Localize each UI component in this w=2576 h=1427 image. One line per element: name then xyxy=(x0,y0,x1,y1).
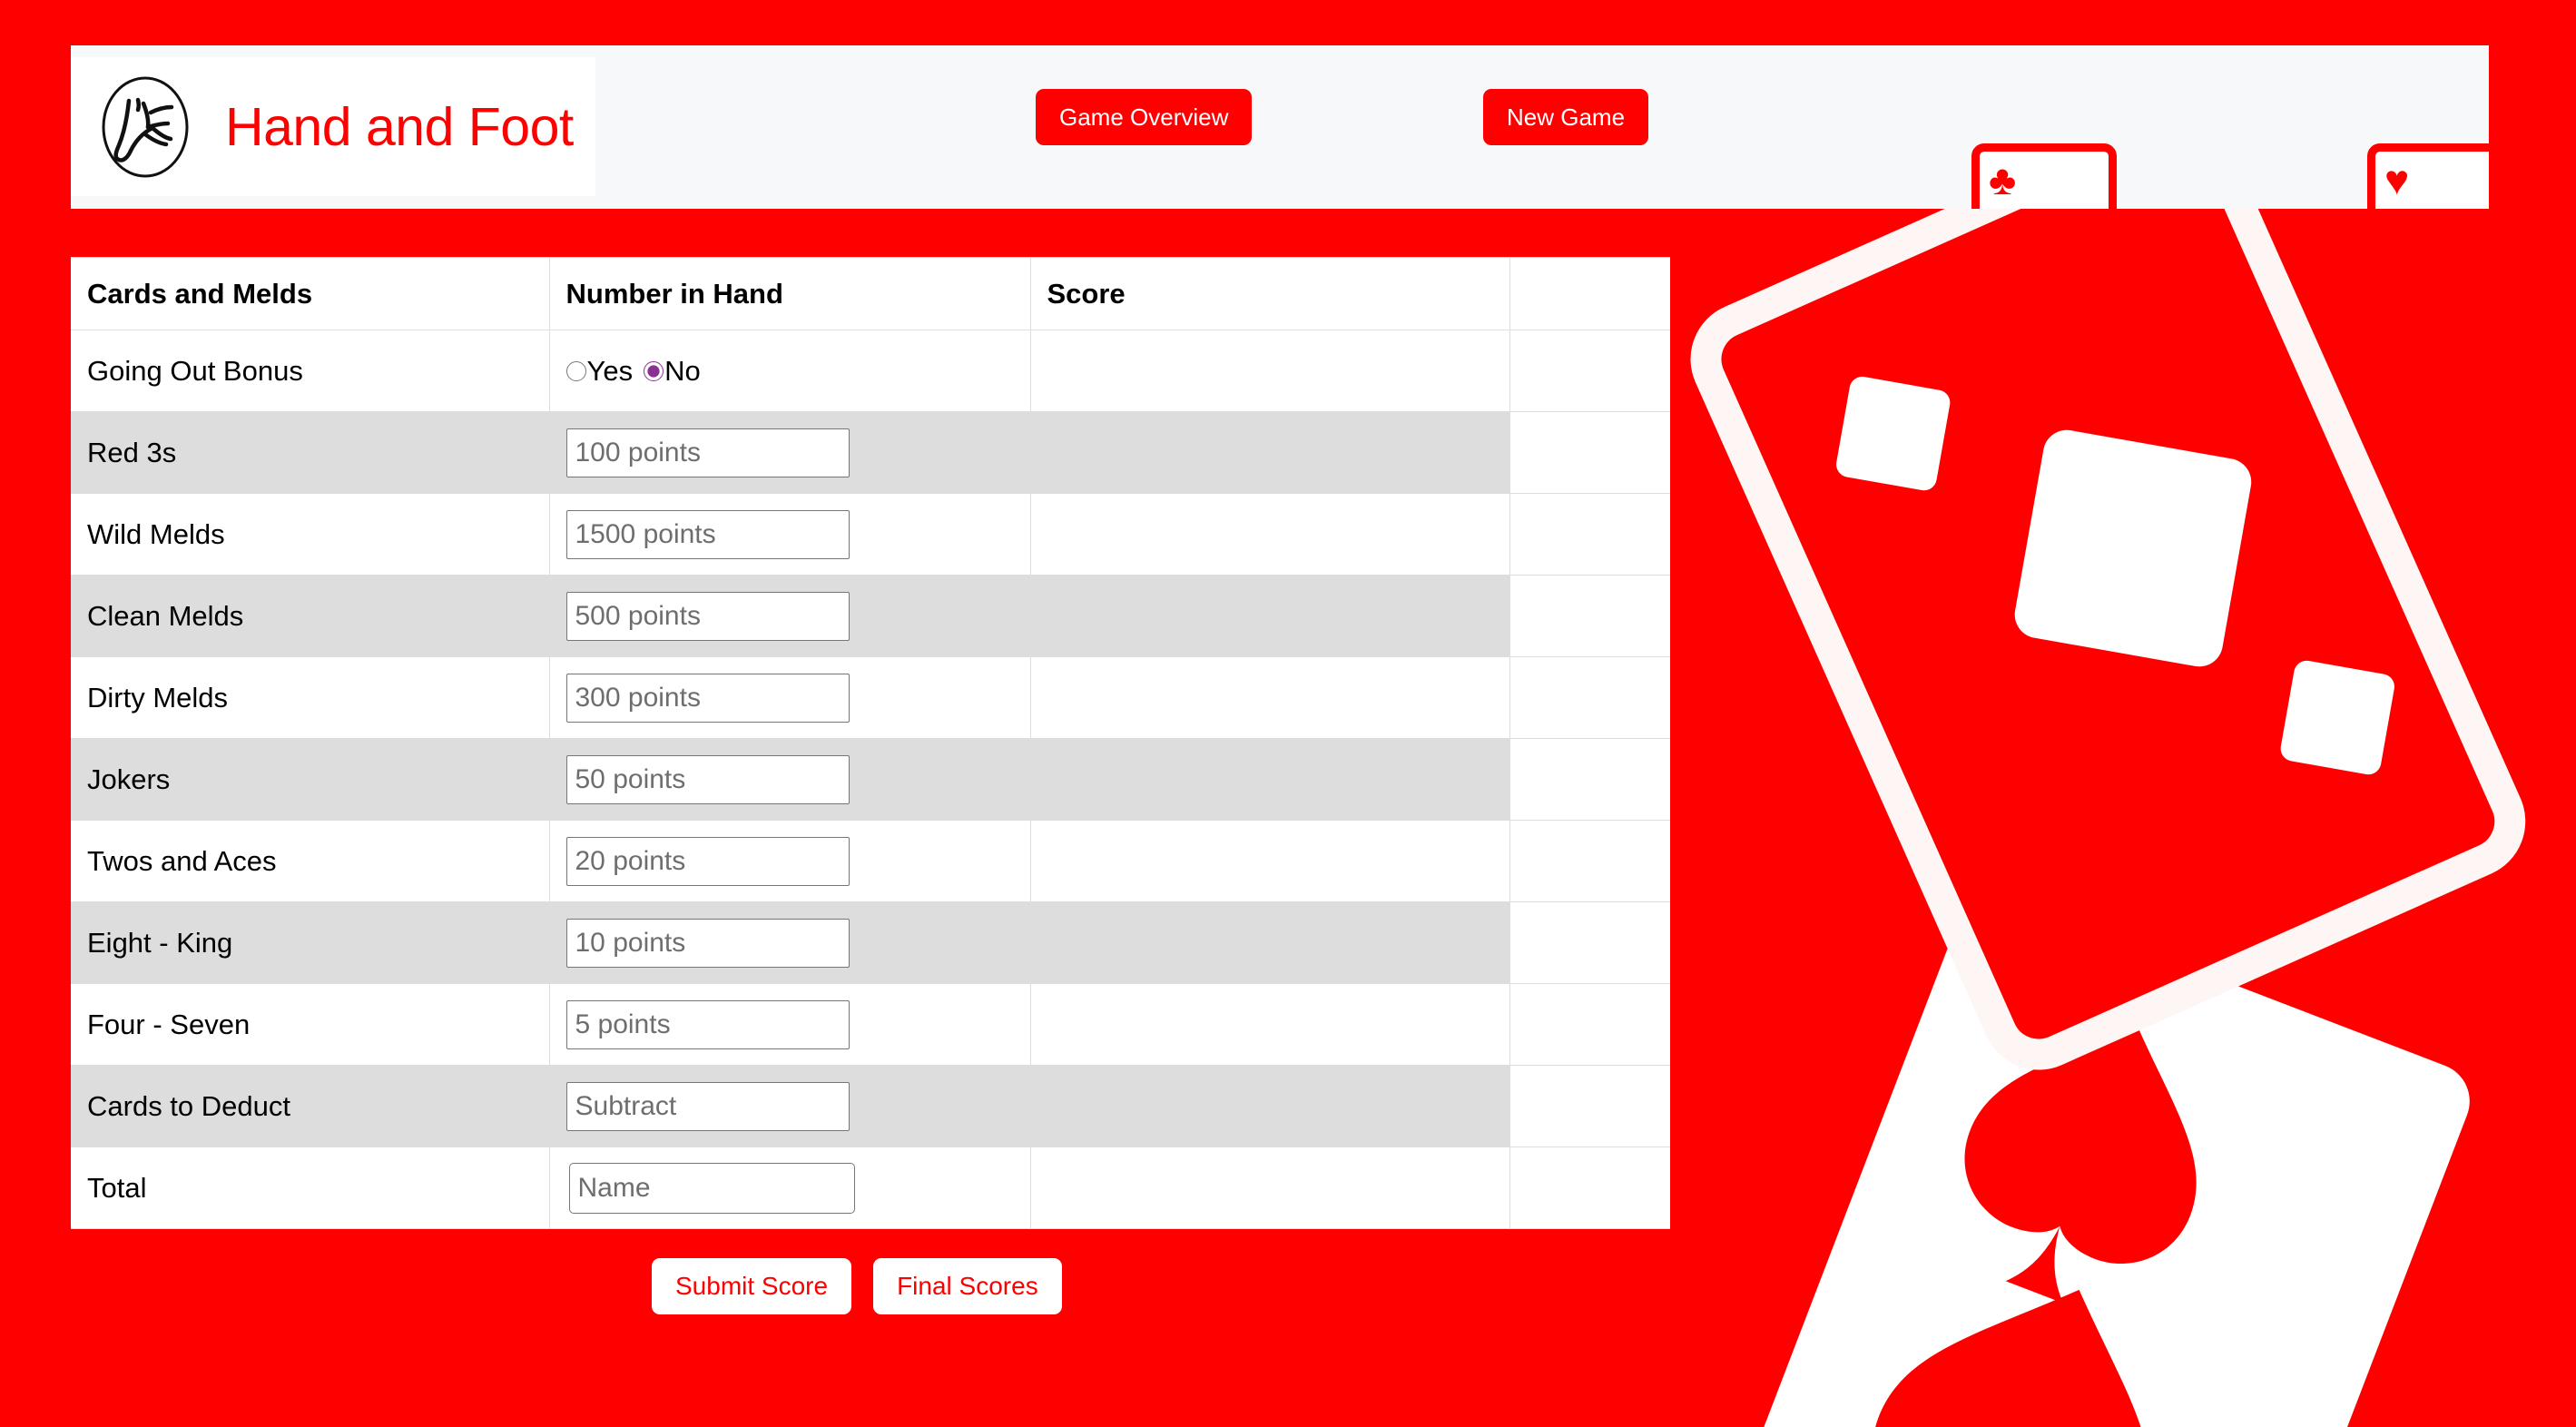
table-row: Four - Seven xyxy=(71,983,1670,1066)
input-red-3s[interactable] xyxy=(565,428,850,477)
row-score-cell xyxy=(1030,656,1510,739)
row-score-cell xyxy=(1030,901,1510,984)
column-header-spacer xyxy=(1509,257,1670,330)
table-row: Red 3s xyxy=(71,411,1670,494)
row-label: Total xyxy=(71,1147,550,1229)
row-label: Four - Seven xyxy=(71,983,550,1066)
decorative-spade-card xyxy=(1710,895,2470,1427)
decorative-diamond-card xyxy=(1690,110,2526,1070)
row-number-in-hand-cell xyxy=(549,983,1031,1066)
row-spacer-cell xyxy=(1509,575,1670,657)
input-clean-melds[interactable] xyxy=(565,591,850,641)
row-number-in-hand-cell xyxy=(549,1147,1031,1229)
row-score-cell xyxy=(1030,575,1510,657)
row-label: Red 3s xyxy=(71,411,550,494)
table-row: Dirty Melds xyxy=(71,656,1670,739)
row-number-in-hand-cell xyxy=(549,901,1031,984)
row-score-cell xyxy=(1030,493,1510,576)
brand: Hand and Foot xyxy=(71,57,595,196)
row-number-in-hand-cell xyxy=(549,575,1031,657)
row-spacer-cell xyxy=(1509,656,1670,739)
row-spacer-cell xyxy=(1509,983,1670,1066)
column-header-number-in-hand: Number in Hand xyxy=(549,257,1031,330)
row-score-cell xyxy=(1030,1065,1510,1147)
row-number-in-hand-cell xyxy=(549,738,1031,821)
table-row: Twos and Aces xyxy=(71,820,1670,902)
row-score-cell xyxy=(1030,820,1510,902)
table-row: Cards to Deduct xyxy=(71,1065,1670,1147)
row-number-in-hand-cell xyxy=(549,820,1031,902)
row-number-in-hand-cell xyxy=(549,656,1031,739)
table-row: Clean Melds xyxy=(71,575,1670,657)
hand-and-foot-logo-icon xyxy=(102,76,189,177)
header-club-card: ♣ ♣ xyxy=(1971,143,2117,209)
header-heart-card: ♥ ♥ xyxy=(2367,143,2489,209)
scorecard-table: Cards and Melds Number in Hand Score Goi… xyxy=(71,257,1670,1229)
row-label: Dirty Melds xyxy=(71,656,550,739)
site-header: Hand and Foot Game Overview New Game ♣ ♣… xyxy=(71,45,2489,209)
table-row: Wild Melds xyxy=(71,493,1670,576)
going-out-bonus-label-no: No xyxy=(664,354,701,387)
going-out-bonus-radio-group: Yes No xyxy=(565,354,1014,388)
input-wild-melds[interactable] xyxy=(565,509,850,559)
input-jokers[interactable] xyxy=(565,754,850,804)
table-row: Total xyxy=(71,1147,1670,1229)
table-row: Going Out Bonus Yes No xyxy=(71,330,1670,412)
score-actions: Submit Score Final Scores xyxy=(652,1258,1062,1314)
club-suit-icon: ♣ xyxy=(1989,156,2017,203)
input-total[interactable] xyxy=(568,1162,855,1214)
row-spacer-cell xyxy=(1509,901,1670,984)
input-four-seven[interactable] xyxy=(565,999,850,1049)
column-header-cards-and-melds: Cards and Melds xyxy=(71,257,550,330)
column-header-score: Score xyxy=(1030,257,1510,330)
row-score-cell xyxy=(1030,738,1510,821)
row-label: Cards to Deduct xyxy=(71,1065,550,1147)
row-score-cell xyxy=(1030,1147,1510,1229)
row-spacer-cell xyxy=(1509,493,1670,576)
row-label: Going Out Bonus xyxy=(71,330,550,412)
input-cards-to-deduct[interactable] xyxy=(565,1081,850,1131)
game-overview-button[interactable]: Game Overview xyxy=(1036,89,1253,145)
row-label: Eight - King xyxy=(71,901,550,984)
going-out-bonus-radio-yes[interactable] xyxy=(565,360,586,381)
heart-suit-icon: ♥ xyxy=(2384,156,2410,203)
page-title: Hand and Foot xyxy=(225,96,574,157)
submit-score-button[interactable]: Submit Score xyxy=(652,1258,852,1314)
input-twos-and-aces[interactable] xyxy=(565,836,850,886)
row-label: Clean Melds xyxy=(71,575,550,657)
row-spacer-cell xyxy=(1509,1065,1670,1147)
row-label: Jokers xyxy=(71,738,550,821)
scorecard-panel: Cards and Melds Number in Hand Score Goi… xyxy=(71,257,1670,1229)
row-number-in-hand-cell xyxy=(549,1065,1031,1147)
table-header-row: Cards and Melds Number in Hand Score xyxy=(71,257,1670,330)
row-spacer-cell xyxy=(1509,820,1670,902)
final-scores-button[interactable]: Final Scores xyxy=(873,1258,1062,1314)
new-game-button[interactable]: New Game xyxy=(1483,89,1649,145)
row-spacer-cell xyxy=(1509,411,1670,494)
scorecard-body: Going Out Bonus Yes No Red 3sWild MeldsClea… xyxy=(71,330,1670,1229)
table-row: Eight - King xyxy=(71,901,1670,984)
row-score-cell xyxy=(1030,330,1510,412)
going-out-bonus-label-yes: Yes xyxy=(586,354,634,387)
row-spacer-cell xyxy=(1509,738,1670,821)
row-score-cell xyxy=(1030,411,1510,494)
row-number-in-hand-cell xyxy=(549,411,1031,494)
row-score-cell xyxy=(1030,983,1510,1066)
row-number-in-hand-cell xyxy=(549,493,1031,576)
input-eight-king[interactable] xyxy=(565,918,850,968)
table-row: Jokers xyxy=(71,738,1670,821)
row-spacer-cell xyxy=(1509,330,1670,412)
row-label: Wild Melds xyxy=(71,493,550,576)
input-dirty-melds[interactable] xyxy=(565,673,850,723)
going-out-bonus-radio-no[interactable] xyxy=(644,360,664,381)
row-label: Twos and Aces xyxy=(71,820,550,902)
row-number-in-hand-cell: Yes No xyxy=(549,330,1031,412)
row-spacer-cell xyxy=(1509,1147,1670,1229)
